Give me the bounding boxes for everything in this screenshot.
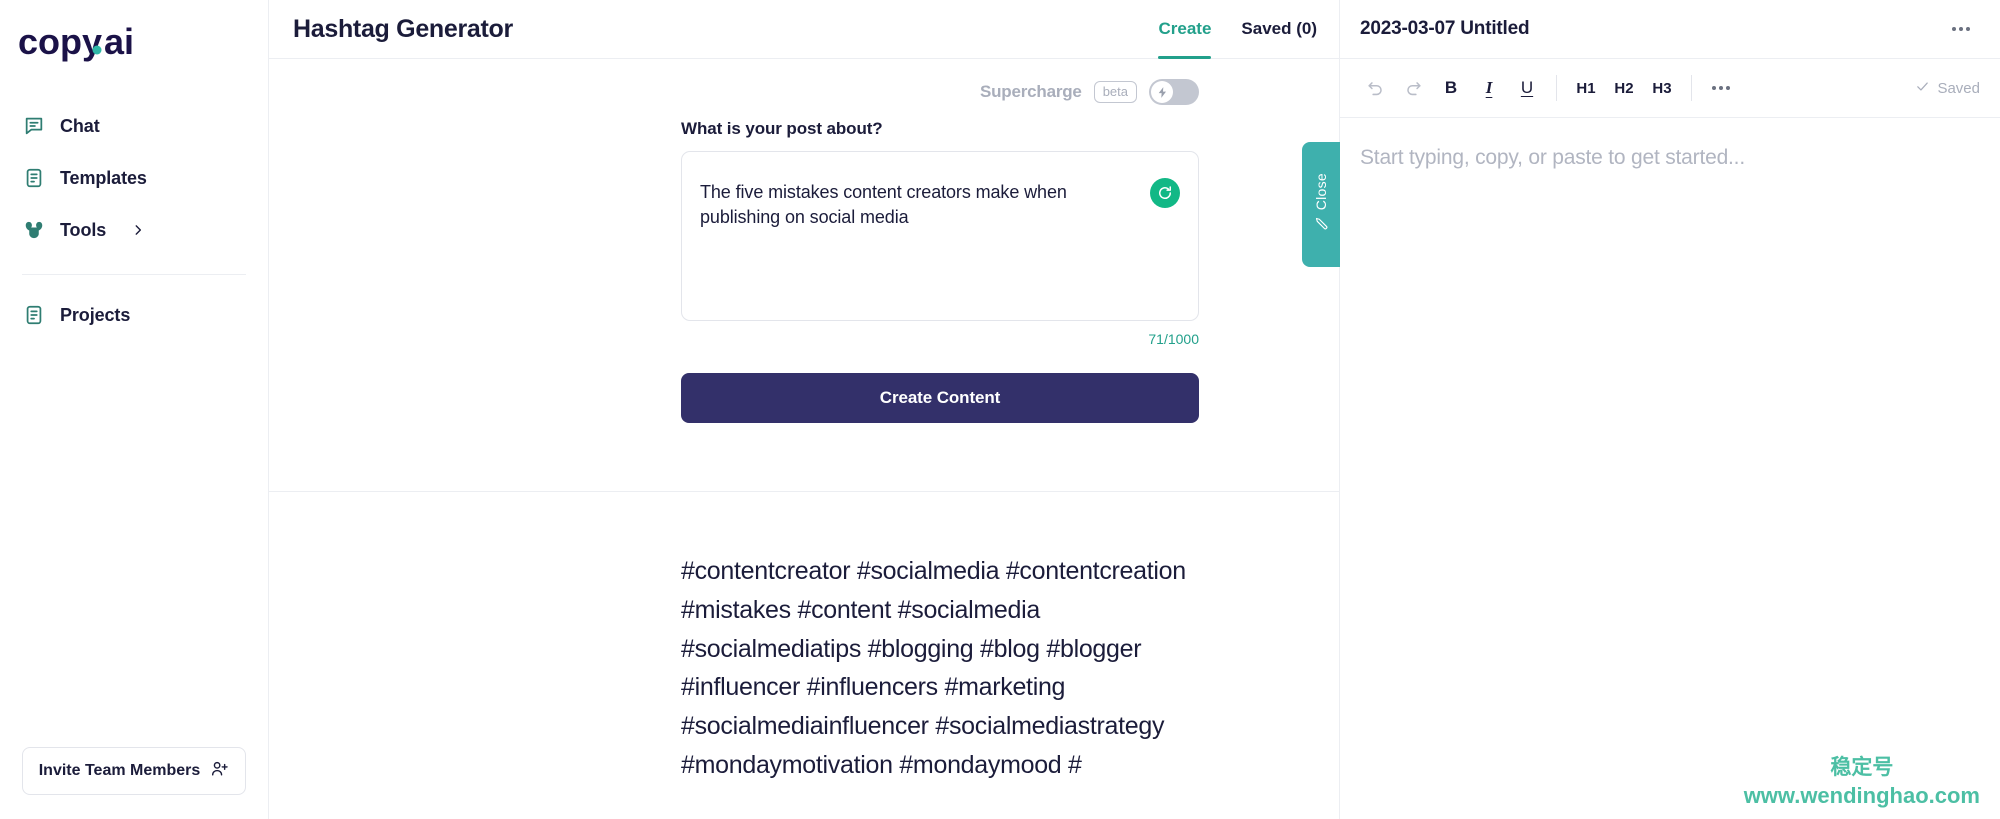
sidebar-item-label: Templates [60,167,147,188]
sidebar-divider [22,274,246,275]
result-actions: Copy Save [681,785,1199,819]
document-icon [22,304,45,327]
watermark: 稳定号 www.wendinghao.com [1744,755,1980,809]
document-icon [22,167,45,190]
toolbar-divider [1691,75,1692,101]
results-section: #contentcreator #socialmedia #contentcre… [269,492,1339,819]
dot [1719,86,1723,90]
sidebar-item-chat[interactable]: Chat [0,100,268,152]
heading-3-icon[interactable]: H3 [1643,69,1681,107]
tab-create[interactable]: Create [1158,0,1211,59]
supercharge-label: Supercharge [979,82,1082,101]
document-title[interactable]: 2023-03-07 Untitled [1360,18,1530,40]
close-panel-label: Close [1313,172,1329,211]
create-content-button[interactable]: Create Content [681,373,1199,423]
dot [1966,27,1970,31]
chevron-right-icon [131,223,145,237]
tools-icon [22,219,45,242]
sidebar-item-label: Chat [60,115,100,136]
beta-badge: beta [1093,81,1137,103]
logo[interactable]: copy ai [0,0,268,88]
check-icon [1915,79,1930,98]
editor-header: 2023-03-07 Untitled [1340,0,2000,59]
post-topic-field: What is your post about? The five mistak… [269,109,1339,347]
hashtag-output: #contentcreator #socialmedia #contentcre… [681,557,1186,779]
copyai-logo-icon: copy ai [18,22,134,62]
toggle-knob [1151,81,1173,103]
invite-section: Invite Team Members [0,747,268,819]
main-tabs: Create Saved (0) [1158,0,1317,59]
supercharge-row: Supercharge beta [269,59,1339,109]
invite-team-members-button[interactable]: Invite Team Members [22,747,246,795]
saved-label: Saved [1937,79,1980,97]
undo-icon[interactable] [1356,69,1394,107]
document-editor: 2023-03-07 Untitled B I U H1 H2 H3 Saved… [1340,0,2000,819]
saved-status: Saved [1915,79,1980,98]
dot [1952,27,1956,31]
sidebar-item-tools[interactable]: Tools [0,204,268,256]
sidebar: copy ai Chat Templates Tools Projects In… [0,0,269,819]
refresh-icon[interactable] [1150,178,1180,208]
heading-1-icon[interactable]: H1 [1567,69,1605,107]
sidebar-item-label: Projects [60,304,131,325]
watermark-cn: 稳定号 [1830,756,1894,780]
bold-icon[interactable]: B [1432,69,1470,107]
char-counter: 71/1000 [1148,331,1199,347]
invite-label: Invite Team Members [38,762,201,779]
toolbar-divider [1556,75,1557,101]
underline-icon[interactable]: U [1508,69,1546,107]
sidebar-nav: Chat Templates Tools Projects [0,88,268,341]
italic-icon[interactable]: I [1470,69,1508,107]
editor-placeholder: Start typing, copy, or paste to get star… [1360,146,1745,169]
sidebar-item-templates[interactable]: Templates [0,152,268,204]
post-topic-value: The five mistakes content creators make … [700,182,1067,228]
dot [1712,86,1716,90]
close-panel-tab[interactable]: Close [1302,142,1340,267]
redo-icon[interactable] [1394,69,1432,107]
dot [1959,27,1963,31]
tab-saved[interactable]: Saved (0) [1241,0,1317,59]
more-horizontal-icon[interactable] [1944,19,1978,39]
supercharge-toggle[interactable] [1149,79,1199,105]
editor-body[interactable]: Start typing, copy, or paste to get star… [1340,118,2000,170]
watermark-url: www.wendinghao.com [1743,782,1980,808]
svg-text:copy: copy [18,22,102,62]
chat-bubble-icon [22,115,45,138]
field-label: What is your post about? [681,119,883,138]
svg-text:ai: ai [104,22,134,62]
editor-toolbar: B I U H1 H2 H3 Saved [1340,59,2000,118]
main-header: Hashtag Generator Create Saved (0) [269,0,1339,59]
pen-icon [1314,216,1329,236]
more-horizontal-icon[interactable] [1702,69,1740,107]
main-panel: Hashtag Generator Create Saved (0) Super… [269,0,1340,819]
lightning-bolt-icon [1158,86,1166,98]
page-title: Hashtag Generator [293,14,513,43]
sidebar-item-projects[interactable]: Projects [0,289,268,341]
generator-form: Supercharge beta What is your post about… [269,59,1339,492]
app-root: copy ai Chat Templates Tools Projects In… [0,0,2000,819]
heading-2-icon[interactable]: H2 [1605,69,1643,107]
create-content-wrap: Create Content [269,347,1339,423]
dot [1726,86,1730,90]
user-plus-icon [210,759,229,783]
post-topic-input[interactable]: The five mistakes content creators make … [681,151,1199,321]
sidebar-item-label: Tools [60,219,107,240]
